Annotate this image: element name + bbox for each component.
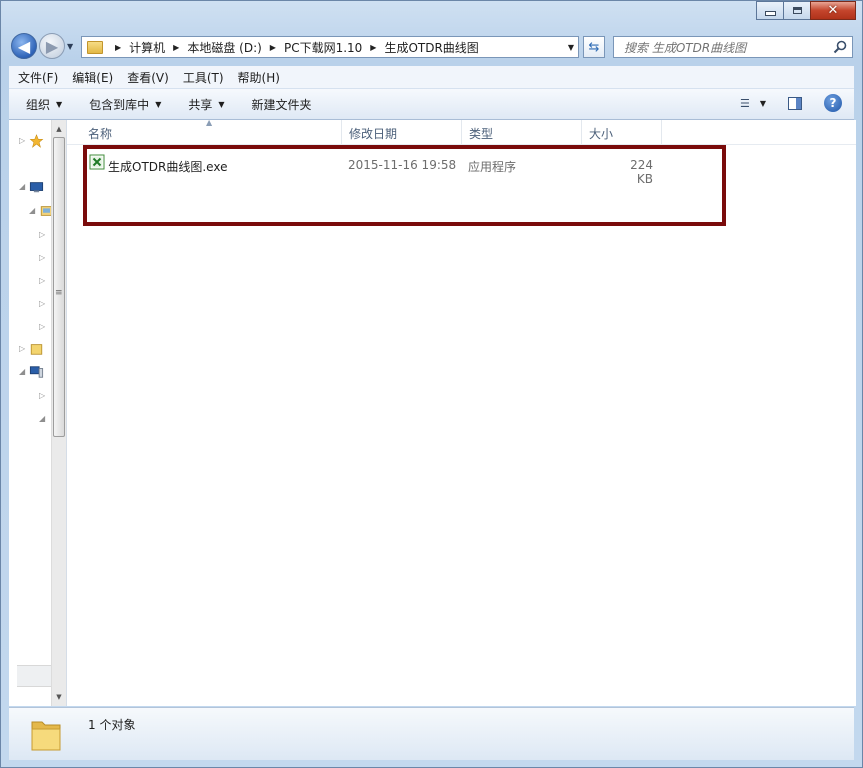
computer-icon: [29, 366, 44, 378]
refresh-icon: ⇆: [588, 39, 600, 55]
details-pane: 1 个对象: [9, 707, 854, 760]
organize-button[interactable]: 组织 ▼: [9, 96, 72, 113]
chevron-right-icon[interactable]: ▶: [270, 43, 276, 52]
preview-pane-icon[interactable]: [788, 96, 802, 110]
collapse-icon[interactable]: ◢: [39, 414, 45, 423]
search-box: [613, 36, 853, 58]
highlight-annotation-box: [83, 145, 726, 226]
toolbar-right: ☰ ▼ ?: [740, 94, 842, 112]
change-view-button[interactable]: ☰ ▼: [740, 97, 766, 110]
organize-label: 组织: [26, 97, 51, 112]
chevron-right-icon[interactable]: ▶: [173, 43, 179, 52]
star-icon: [29, 134, 44, 148]
collapse-icon[interactable]: ◢: [19, 367, 25, 376]
folder-icon: [31, 721, 61, 751]
column-size[interactable]: 大小: [582, 120, 662, 144]
folder-icon: [30, 344, 43, 355]
share-label: 共享: [188, 97, 213, 112]
search-icon[interactable]: [832, 39, 848, 55]
window-controls: ✕: [756, 1, 856, 20]
expand-icon[interactable]: ▷: [19, 344, 25, 353]
close-icon: ✕: [827, 3, 839, 18]
explorer-window: ✕ ◀ ▶ ▼ ▶ 计算机 ▶ 本地磁盘 (D:) ▶ PC下载网1.10 ▶ …: [0, 0, 863, 768]
nav-computer[interactable]: ◢: [9, 363, 56, 381]
menu-view[interactable]: 查看(V): [118, 69, 174, 86]
address-bar[interactable]: ▶ 计算机 ▶ 本地磁盘 (D:) ▶ PC下载网1.10 ▶ 生成OTDR曲线…: [81, 36, 579, 58]
new-folder-button[interactable]: 新建文件夹: [235, 96, 322, 113]
address-dropdown-icon[interactable]: ▼: [568, 43, 574, 52]
chevron-down-icon: ▼: [56, 99, 63, 109]
search-input[interactable]: [622, 38, 826, 58]
column-type[interactable]: 类型: [462, 120, 582, 144]
command-bar: 组织 ▼ 包含到库中 ▼ 共享 ▼ 新建文件夹 ☰ ▼ ?: [9, 89, 854, 120]
include-library-label: 包含到库中: [89, 97, 150, 112]
forward-button[interactable]: ▶: [39, 33, 65, 59]
chevron-down-icon: ▼: [759, 98, 766, 108]
navigation-bar: ◀ ▶ ▼ ▶ 计算机 ▶ 本地磁盘 (D:) ▶ PC下载网1.10 ▶ 生成…: [1, 31, 862, 63]
chevron-right-icon[interactable]: ▶: [115, 43, 121, 52]
chevron-down-icon: ▼: [218, 99, 225, 109]
recent-pages-dropdown[interactable]: ▼: [67, 42, 73, 51]
expand-icon[interactable]: ▷: [19, 136, 25, 145]
expand-icon[interactable]: ▷: [39, 276, 45, 285]
expand-icon[interactable]: ▷: [39, 230, 45, 239]
minimize-icon: [764, 11, 776, 16]
back-button[interactable]: ◀: [11, 33, 37, 59]
column-headers: ▲ 名称 修改日期 类型 大小: [67, 118, 856, 145]
menu-tools[interactable]: 工具(T): [174, 69, 229, 86]
nav-favorites[interactable]: ▷: [9, 132, 56, 150]
nav-homegroup[interactable]: ▷: [9, 340, 56, 358]
include-in-library-button[interactable]: 包含到库中 ▼: [72, 96, 171, 113]
nav-desktop[interactable]: ◢: [9, 178, 56, 196]
back-arrow-icon: ◀: [17, 36, 31, 56]
menu-file[interactable]: 文件(F): [9, 69, 63, 86]
nav-scrollbar[interactable]: ▲ ▼: [51, 120, 66, 706]
chevron-right-icon[interactable]: ▶: [370, 43, 376, 52]
close-button[interactable]: ✕: [810, 1, 856, 20]
breadcrumb-pc-download[interactable]: PC下载网1.10: [284, 39, 362, 56]
breadcrumb-local-disk[interactable]: 本地磁盘 (D:): [187, 39, 261, 56]
refresh-button[interactable]: ⇆: [583, 36, 605, 58]
expand-icon[interactable]: ▷: [39, 253, 45, 262]
new-folder-label: 新建文件夹: [251, 97, 312, 112]
chevron-down-icon: ▼: [155, 99, 162, 109]
breadcrumb-computer[interactable]: 计算机: [129, 39, 165, 56]
column-date-modified[interactable]: 修改日期: [342, 120, 462, 144]
help-icon[interactable]: ?: [824, 94, 842, 112]
desktop-icon: [29, 182, 44, 193]
expand-icon[interactable]: ▷: [39, 322, 45, 331]
breadcrumb-current-folder[interactable]: 生成OTDR曲线图: [384, 39, 478, 56]
scroll-up-icon[interactable]: ▲: [52, 122, 66, 136]
breadcrumb: ▶ 计算机 ▶ 本地磁盘 (D:) ▶ PC下载网1.10 ▶ 生成OTDR曲线…: [107, 39, 479, 56]
share-button[interactable]: 共享 ▼: [171, 96, 234, 113]
scroll-thumb[interactable]: [53, 137, 65, 437]
collapse-icon[interactable]: ◢: [19, 182, 25, 191]
forward-arrow-icon: ▶: [45, 36, 59, 56]
collapse-icon[interactable]: ◢: [29, 206, 35, 215]
minimize-button[interactable]: [756, 1, 784, 20]
column-name[interactable]: 名称: [81, 120, 342, 144]
menu-edit[interactable]: 编辑(E): [63, 69, 118, 86]
scroll-down-icon[interactable]: ▼: [52, 690, 66, 704]
menu-help[interactable]: 帮助(H): [229, 69, 285, 86]
details-view-icon: ☰: [739, 96, 750, 110]
expand-icon[interactable]: ▷: [39, 299, 45, 308]
menu-bar: 文件(F) 编辑(E) 查看(V) 工具(T) 帮助(H): [9, 66, 854, 89]
folder-icon: [87, 40, 103, 54]
expand-icon[interactable]: ▷: [39, 391, 45, 400]
maximize-icon: [792, 7, 802, 14]
item-count: 1 个对象: [88, 718, 136, 732]
maximize-button[interactable]: [783, 1, 811, 20]
